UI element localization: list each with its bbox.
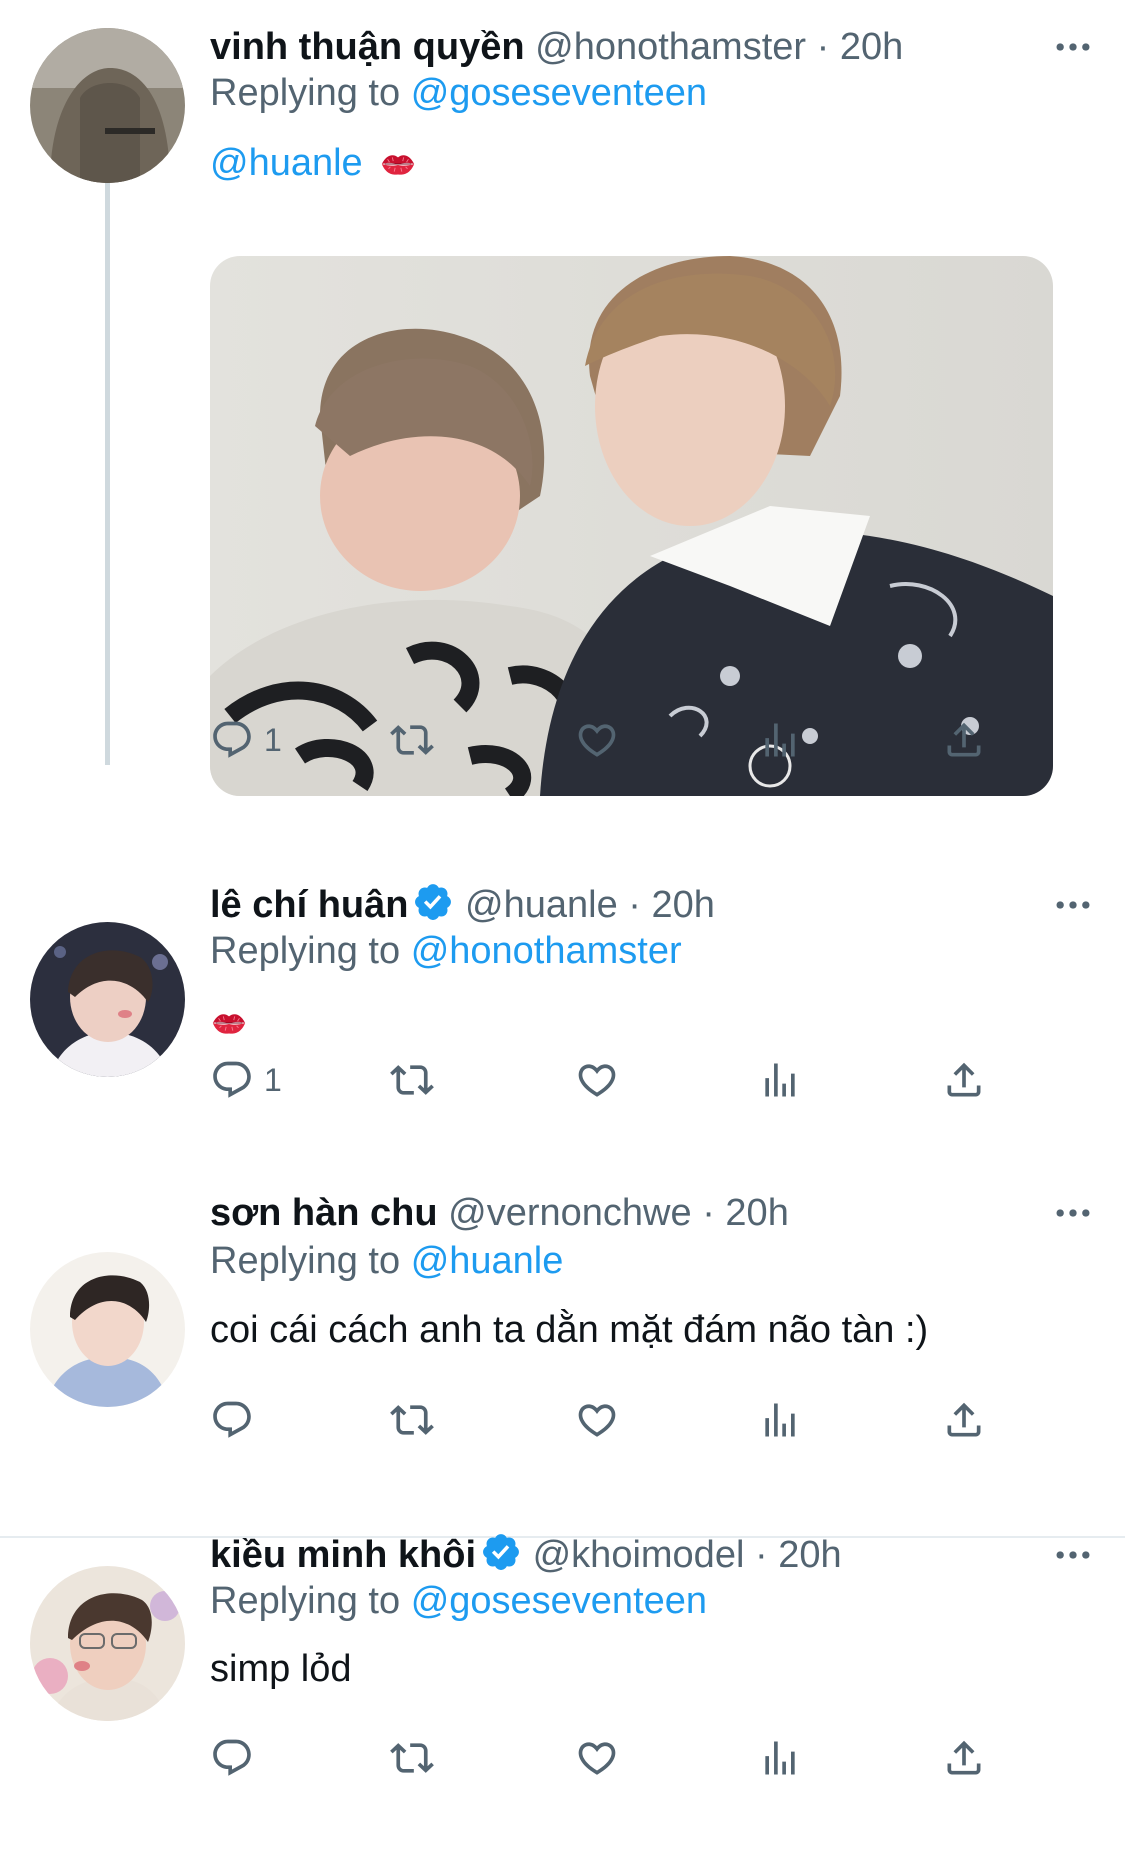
reply-count: 1 <box>264 721 282 758</box>
retweet-icon <box>390 718 434 762</box>
avatar[interactable] <box>30 1252 185 1407</box>
timestamp[interactable]: 20h <box>652 884 715 926</box>
tweet-2[interactable]: lê chí huân @huanle · 20h Replying to @h… <box>0 884 1125 1210</box>
like-icon <box>575 1058 619 1102</box>
replying-to: Replying to @huanle <box>210 1236 563 1286</box>
timestamp[interactable]: 20h <box>840 26 903 68</box>
verified-icon <box>412 881 454 923</box>
tweet-header: kiều minh khôi @khoimodel · 20h <box>210 1530 1095 1580</box>
separator: · <box>816 26 830 68</box>
reply-button[interactable] <box>210 1390 264 1450</box>
replying-to: Replying to @goseseventeen <box>210 1576 707 1626</box>
kiss-mark-emoji <box>210 1008 248 1038</box>
timestamp[interactable]: 20h <box>725 1192 788 1234</box>
analytics-icon <box>758 1058 802 1102</box>
retweet-button[interactable] <box>390 710 434 770</box>
timestamp[interactable]: 20h <box>778 1534 841 1576</box>
more-icon[interactable] <box>1051 1188 1095 1238</box>
like-icon <box>575 1736 619 1780</box>
reply-icon <box>210 1736 254 1780</box>
analytics-icon <box>758 718 802 762</box>
reply-button[interactable]: 1 <box>210 710 282 770</box>
share-button[interactable] <box>942 710 986 770</box>
replying-prefix: Replying to <box>210 930 401 972</box>
like-button[interactable] <box>575 1390 619 1450</box>
verified-icon <box>480 1531 522 1573</box>
reply-button[interactable]: 1 <box>210 1050 282 1110</box>
tweet-actions: 1 <box>210 1050 1000 1110</box>
analytics-button[interactable] <box>758 1050 802 1110</box>
display-name[interactable]: kiều minh khôi <box>210 1534 476 1576</box>
share-icon <box>942 718 986 762</box>
tweet-actions: 1 <box>210 710 1000 770</box>
tweet-header: lê chí huân @huanle · 20h <box>210 880 1095 930</box>
tweet-header: sơn hàn chu @vernonchwe · 20h <box>210 1188 1095 1238</box>
reply-icon <box>210 1398 254 1442</box>
retweet-button[interactable] <box>390 1390 434 1450</box>
like-button[interactable] <box>575 1728 619 1788</box>
share-button[interactable] <box>942 1050 986 1110</box>
display-name[interactable]: sơn hàn chu <box>210 1192 438 1234</box>
separator: · <box>628 884 641 926</box>
replying-mention[interactable]: @goseseventeen <box>411 1580 707 1622</box>
like-icon <box>575 1398 619 1442</box>
user-handle[interactable]: @honothamster <box>535 26 806 68</box>
reply-count: 1 <box>264 1061 282 1098</box>
replying-prefix: Replying to <box>210 1240 401 1282</box>
tweet-text: simp lỏd <box>210 1648 352 1690</box>
user-handle[interactable]: @huanle <box>465 884 618 926</box>
more-icon[interactable] <box>1051 1530 1095 1580</box>
mention-link[interactable]: @huanle <box>210 142 363 184</box>
retweet-button[interactable] <box>390 1050 434 1110</box>
display-name[interactable]: lê chí huân <box>210 884 408 926</box>
analytics-icon <box>758 1398 802 1442</box>
avatar[interactable] <box>30 28 185 183</box>
tweet-text <box>210 997 248 1047</box>
replying-prefix: Replying to <box>210 72 401 114</box>
tweet-3[interactable]: sơn hàn chu @vernonchwe · 20h Replying t… <box>0 1192 1125 1540</box>
share-icon <box>942 1058 986 1102</box>
replying-to: Replying to @honothamster <box>210 926 682 976</box>
reply-icon <box>210 1058 254 1102</box>
share-button[interactable] <box>942 1728 986 1788</box>
analytics-icon <box>758 1736 802 1780</box>
share-icon <box>942 1736 986 1780</box>
more-icon[interactable] <box>1051 22 1095 72</box>
user-handle[interactable]: @khoimodel <box>533 1534 745 1576</box>
retweet-icon <box>390 1398 434 1442</box>
retweet-button[interactable] <box>390 1728 434 1788</box>
replying-prefix: Replying to <box>210 1580 401 1622</box>
tweet-4[interactable]: kiều minh khôi @khoimodel · 20h Replying… <box>0 1534 1125 1849</box>
more-icon[interactable] <box>1051 880 1095 930</box>
reply-button[interactable] <box>210 1728 264 1788</box>
separator: · <box>754 1534 768 1576</box>
tweet-header: vinh thuận quyền @honothamster · 20h <box>210 22 1095 72</box>
tweet-text: @huanle <box>210 138 417 188</box>
user-handle[interactable]: @vernonchwe <box>448 1192 691 1234</box>
like-icon <box>575 718 619 762</box>
avatar[interactable] <box>30 1566 185 1721</box>
replying-mention[interactable]: @huanle <box>411 1240 564 1282</box>
tweet-1[interactable]: vinh thuận quyền @honothamster · 20h Rep… <box>0 0 1125 890</box>
kiss-mark-emoji <box>379 149 417 179</box>
replying-mention[interactable]: @honothamster <box>411 930 682 972</box>
tweet-actions <box>210 1390 1000 1450</box>
share-icon <box>942 1398 986 1442</box>
reply-icon <box>210 718 254 762</box>
separator: · <box>702 1192 715 1234</box>
analytics-button[interactable] <box>758 1728 802 1788</box>
share-button[interactable] <box>942 1390 986 1450</box>
analytics-button[interactable] <box>758 710 802 770</box>
display-name[interactable]: vinh thuận quyền <box>210 26 525 68</box>
analytics-button[interactable] <box>758 1390 802 1450</box>
retweet-icon <box>390 1736 434 1780</box>
like-button[interactable] <box>575 1050 619 1110</box>
retweet-icon <box>390 1058 434 1102</box>
tweet-text: coi cái cách anh ta dằn mặt đám não tàn … <box>210 1309 929 1351</box>
like-button[interactable] <box>575 710 619 770</box>
tweet-actions <box>210 1728 1000 1788</box>
avatar[interactable] <box>30 922 185 1077</box>
replying-to: Replying to @goseseventeen <box>210 68 707 118</box>
replying-mention[interactable]: @goseseventeen <box>411 72 707 114</box>
